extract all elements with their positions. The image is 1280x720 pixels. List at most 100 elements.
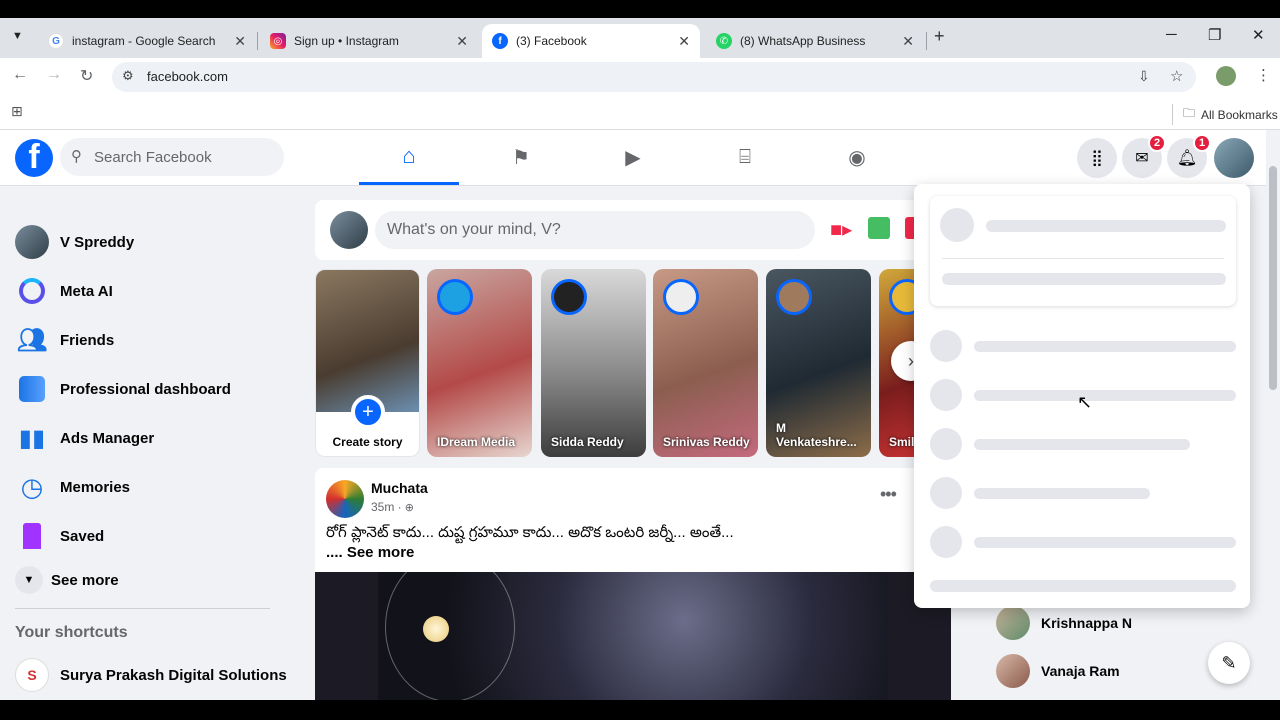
back-icon[interactable]: ← (12, 66, 28, 84)
story-card[interactable]: Srinivas Reddy (653, 269, 758, 457)
browser-menu-icon[interactable]: ⋮ (1256, 66, 1271, 84)
plus-icon: + (351, 395, 385, 429)
close-tab-icon[interactable]: ✕ (456, 33, 468, 50)
story-card[interactable]: Sidda Reddy (541, 269, 646, 457)
post-text: రోగ్ ప్లానెట్ కాదు... దుష్ట గ్రహమూ కాదు.… (326, 524, 734, 541)
shortcuts-title: Your shortcuts (15, 624, 128, 641)
story-avatar (551, 279, 587, 315)
post-see-more-link[interactable]: .... See more (326, 544, 414, 561)
sidebar-item-professional-dashboard[interactable]: Professional dashboard (15, 367, 231, 411)
post-time[interactable]: 35m · (371, 500, 402, 514)
see-more-button[interactable]: ▼ See more (15, 558, 119, 602)
all-bookmarks-button[interactable]: 🗀 All Bookmarks (1158, 104, 1278, 125)
nav-home[interactable]: ⌂ (359, 130, 459, 185)
install-app-icon[interactable]: ⇩ (1138, 68, 1150, 85)
whatsapp-icon: ✆ (716, 33, 732, 49)
tab-title: (3) Facebook (516, 34, 587, 48)
address-bar-row: ← → ↻ ⚙ facebook.com ⇩ ☆ ⋮ (0, 58, 1280, 94)
live-video-icon[interactable]: ■▸ (830, 217, 852, 242)
nav-video[interactable]: ▶ (583, 130, 683, 185)
post-options-icon[interactable]: ••• (880, 484, 897, 505)
contact-avatar (996, 654, 1030, 688)
browser-window: ▼ G instagram - Google Search ✕ ◎ Sign u… (0, 18, 1280, 700)
story-avatar (663, 279, 699, 315)
minimize-button[interactable]: ─ (1166, 26, 1177, 43)
close-tab-icon[interactable]: ✕ (234, 33, 246, 50)
chevron-down-icon: ▼ (15, 566, 43, 594)
story-avatar (437, 279, 473, 315)
tab-instagram[interactable]: ◎ Sign up • Instagram ✕ (260, 24, 478, 58)
tab-title: Sign up • Instagram (294, 34, 399, 48)
sidebar-item-ads-manager[interactable]: ▮▮ Ads Manager (15, 416, 154, 460)
shortcut-item[interactable]: S Surya Prakash Digital Solutions (15, 653, 287, 697)
tab-search-dropdown[interactable]: ▼ (12, 30, 23, 42)
sidebar-item-profile[interactable]: V Spreddy (15, 220, 134, 264)
memories-icon: ◷ (20, 471, 44, 502)
nav-marketplace[interactable]: ⌸ (695, 130, 795, 185)
tab-facebook[interactable]: f (3) Facebook ✕ (482, 24, 700, 58)
menu-grid-button[interactable]: ⣿ (1077, 138, 1117, 178)
forward-icon[interactable]: → (46, 66, 62, 84)
orbit-graphic (385, 552, 515, 700)
tab-whatsapp[interactable]: ✆ (8) WhatsApp Business ✕ (706, 24, 924, 58)
folder-icon: 🗀 (1172, 104, 1195, 125)
post-composer: What's on your mind, V? ■▸ (315, 200, 935, 260)
url-text: facebook.com (147, 69, 228, 84)
tab-google-search[interactable]: G instagram - Google Search ✕ (38, 24, 256, 58)
profile-avatar[interactable] (1216, 66, 1236, 86)
instagram-icon: ◎ (270, 33, 286, 49)
messenger-button[interactable]: ✉ 2 (1122, 134, 1166, 178)
contact-row[interactable]: Vanaja Ram (996, 654, 1120, 688)
post-meta: 35m · ⊕ (371, 500, 414, 514)
saved-icon (15, 519, 49, 553)
restore-button[interactable]: ❐ (1208, 26, 1221, 44)
story-card[interactable]: M Venkateshre... (766, 269, 871, 457)
video-icon: ▶ (625, 147, 641, 169)
sidebar-item-friends[interactable]: 👥︎ Friends (15, 318, 114, 362)
groups-icon: ◉ (848, 147, 866, 169)
meta-ai-icon (15, 274, 49, 308)
contact-avatar (996, 606, 1030, 640)
new-message-button[interactable]: ✎ (1208, 642, 1250, 684)
site-info-icon[interactable]: ⚙ (122, 68, 134, 84)
search-input[interactable]: ⚲ Search Facebook (60, 138, 284, 176)
google-icon: G (48, 33, 64, 49)
avatar (15, 225, 49, 259)
close-window-button[interactable]: ✕ (1252, 26, 1265, 44)
notifications-button[interactable]: 🔔︎ 1 (1167, 134, 1211, 178)
url-field[interactable]: ⚙ facebook.com ⇩ ☆ (112, 62, 1196, 92)
account-menu-loading: ↖ (914, 184, 1250, 608)
sidebar-item-meta-ai[interactable]: Meta AI (15, 269, 113, 313)
flag-icon: ⚑ (512, 147, 530, 169)
sidebar-item-memories[interactable]: ◷ Memories (15, 465, 130, 509)
friends-icon: 👥︎ (16, 326, 48, 354)
nav-pages[interactable]: ⚑ (471, 130, 571, 185)
messenger-icon: ✉ (1135, 150, 1149, 167)
nav-groups[interactable]: ◉ (807, 130, 907, 185)
post-author-avatar[interactable] (326, 480, 364, 518)
skeleton-card (930, 196, 1236, 306)
tab-bar: ▼ G instagram - Google Search ✕ ◎ Sign u… (0, 18, 1280, 58)
story-card[interactable]: IDream Media (427, 269, 532, 457)
create-story-card[interactable]: + Create story (315, 269, 420, 457)
close-tab-icon[interactable]: ✕ (902, 33, 914, 50)
create-story-label: Create story (332, 435, 403, 449)
composer-input[interactable]: What's on your mind, V? (375, 211, 815, 249)
new-tab-button[interactable]: + (934, 26, 945, 47)
facebook-logo[interactable]: f (15, 139, 53, 177)
close-tab-icon[interactable]: ✕ (678, 33, 690, 50)
page-scrollbar[interactable] (1266, 130, 1280, 700)
post-author[interactable]: Muchata (371, 480, 428, 496)
post-image[interactable] (315, 552, 951, 700)
apps-grid-icon[interactable]: ⊞ (11, 103, 23, 120)
photo-video-icon[interactable] (868, 217, 890, 239)
facebook-icon: f (492, 33, 508, 49)
bookmark-star-icon[interactable]: ☆ (1170, 67, 1183, 85)
facebook-header: f ⚲ Search Facebook ⌂ ⚑ ▶ ⌸ ◉ ⣿ ✉ 2 🔔︎ 1 (0, 130, 1270, 186)
contact-row[interactable]: Krishnappa N (996, 606, 1132, 640)
sidebar-item-saved[interactable]: Saved (15, 514, 104, 558)
avatar (330, 211, 368, 249)
account-avatar[interactable] (1214, 138, 1254, 178)
reload-icon[interactable]: ↻ (80, 66, 93, 86)
shortcut-logo-icon: S (15, 658, 49, 692)
